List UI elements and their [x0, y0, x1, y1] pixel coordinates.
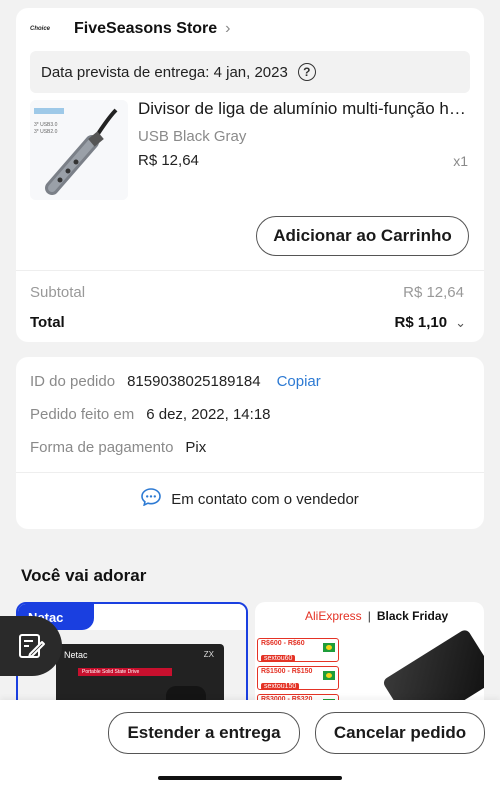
coupon-code: sextou60 [261, 655, 296, 662]
bottom-action-bar: Estender a entrega Cancelar pedido [0, 700, 500, 789]
help-icon[interactable]: ? [297, 63, 316, 81]
black-friday-label: Black Friday [376, 609, 449, 623]
brazil-flag-icon [323, 643, 335, 652]
order-info-card: ID do pedido 8159038025189184 Copiar Ped… [16, 357, 484, 529]
divider [16, 472, 484, 473]
recommendations-heading: Você vai adorar [21, 566, 147, 585]
extend-delivery-button[interactable]: Estender a entrega [108, 712, 300, 754]
add-to-cart-button[interactable]: Adicionar ao Carrinho [256, 216, 469, 256]
chevron-down-icon: ⌄ [455, 314, 466, 330]
total-value: R$ 1,10 [394, 314, 448, 331]
chat-icon [141, 488, 161, 510]
order-id-row: ID do pedido 8159038025189184 Copiar [30, 373, 321, 390]
subtotal-label: Subtotal [30, 284, 86, 301]
order-id-value: 8159038025189184 [127, 373, 261, 390]
coupon-1: R$600 - R$60 sextou60 [257, 638, 339, 662]
thumb-label-1: 3* USB3.0 [34, 122, 58, 128]
chevron-right-icon: › [225, 20, 231, 37]
store-header[interactable]: Choice FiveSeasons Store › [30, 20, 231, 38]
promo-header: AliExpress | Black Friday [305, 609, 448, 623]
coupon-code: sextou150 [261, 683, 300, 690]
box-label: Portable Solid State Drive [78, 668, 172, 676]
total-label: Total [30, 314, 65, 331]
payment-row: Forma de pagamento Pix [30, 439, 206, 456]
divider [16, 270, 484, 271]
aliexpress-logo: AliExpress [305, 609, 362, 623]
delivery-text: Data prevista de entrega: 4 jan, 2023 [41, 63, 288, 81]
order-item-card: Choice FiveSeasons Store › Data prevista… [16, 8, 484, 342]
contact-seller-label: Em contato com o vendedor [171, 490, 359, 508]
order-date-value: 6 dez, 2022, 14:18 [146, 406, 271, 423]
box-brand: Netac [64, 650, 88, 660]
order-date-label: Pedido feito em [30, 406, 135, 423]
usb-hub-image: 3* USB3.0 3* USB2.0 [30, 100, 128, 200]
recommendation-card-aliexpress[interactable]: AliExpress | Black Friday R$600 - R$60 s… [255, 602, 484, 712]
product-thumbnail[interactable]: 3* USB3.0 3* USB2.0 [30, 100, 128, 200]
order-id-label: ID do pedido [30, 373, 116, 390]
product-title[interactable]: Divisor de liga de alumínio multi-função… [138, 99, 473, 119]
payment-value: Pix [185, 439, 207, 456]
brazil-flag-icon [323, 671, 335, 680]
payment-label: Forma de pagamento [30, 439, 174, 456]
product-price: R$ 12,64 [138, 152, 199, 169]
product-variant: USB Black Gray [138, 128, 247, 145]
cancel-order-button[interactable]: Cancelar pedido [315, 712, 485, 754]
contact-seller-button[interactable]: Em contato com o vendedor [16, 488, 484, 510]
header-separator: | [367, 609, 371, 623]
delivery-estimate: Data prevista de entrega: 4 jan, 2023 ? [30, 51, 470, 93]
coupon-2: R$1500 - R$150 sextou150 [257, 666, 339, 690]
choice-logo: Choice [30, 26, 51, 32]
thumb-label-2: 3* USB2.0 [34, 129, 58, 135]
home-indicator[interactable] [158, 776, 342, 780]
product-quantity: x1 [453, 153, 468, 169]
total-value-toggle[interactable]: R$ 1,10 ⌄ [395, 314, 466, 331]
subtotal-value: R$ 12,64 [403, 284, 464, 301]
edit-icon [19, 634, 45, 658]
store-name[interactable]: FiveSeasons Store [74, 20, 217, 38]
copy-button[interactable]: Copiar [277, 373, 321, 390]
edit-fab-button[interactable] [0, 616, 62, 676]
box-model: ZX [203, 650, 214, 659]
order-date-row: Pedido feito em 6 dez, 2022, 14:18 [30, 406, 271, 423]
